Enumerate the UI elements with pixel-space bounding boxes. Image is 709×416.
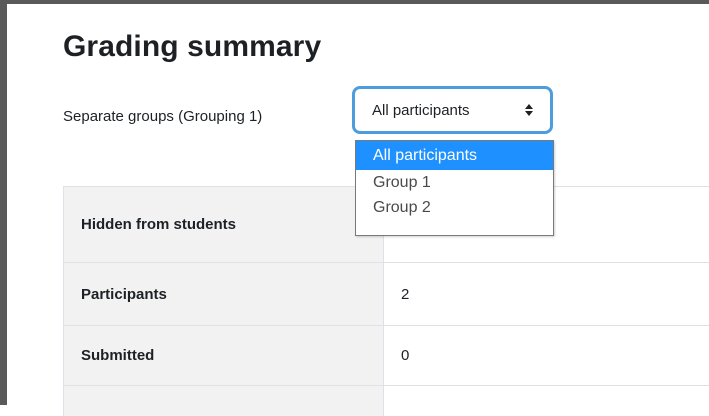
- group-select-value: All participants: [372, 102, 470, 119]
- row-label-submitted: Submitted: [64, 326, 384, 386]
- row-label-participants: Participants: [64, 263, 384, 326]
- group-dropdown-menu: All participants Group 1 Group 2: [355, 140, 554, 236]
- row-label-hidden-from-students: Hidden from students: [64, 187, 384, 263]
- table-row: Participants 2: [64, 263, 709, 326]
- group-option-group-2[interactable]: Group 2: [356, 195, 553, 220]
- sort-caret-icon: [525, 104, 533, 116]
- page-title: Grading summary: [63, 30, 321, 64]
- group-option-all-participants[interactable]: All participants: [356, 141, 553, 170]
- row-value-next: [384, 386, 709, 416]
- group-filter-row: Separate groups (Grouping 1): [63, 100, 262, 132]
- table-row: [64, 386, 709, 416]
- table-row: Submitted 0: [64, 326, 709, 386]
- group-select[interactable]: All participants: [352, 86, 553, 134]
- row-value-submitted: 0: [384, 326, 709, 386]
- group-option-group-1[interactable]: Group 1: [356, 170, 553, 195]
- row-value-participants: 2: [384, 263, 709, 326]
- row-label-next: [64, 386, 384, 416]
- group-filter-label: Separate groups (Grouping 1): [63, 108, 262, 125]
